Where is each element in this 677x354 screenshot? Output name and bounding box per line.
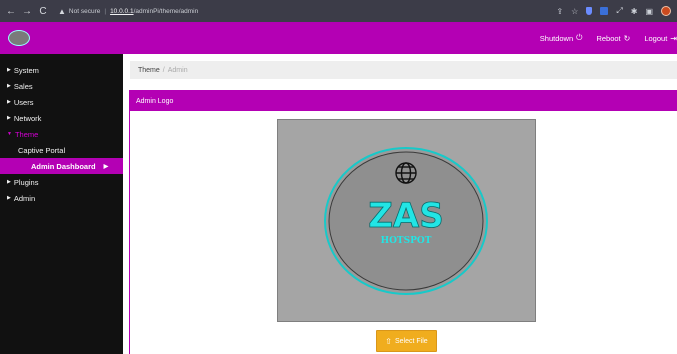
caret-right-icon: ▶ bbox=[7, 195, 11, 201]
sidebar-item-label: Users bbox=[13, 97, 34, 107]
sidepanel-icon[interactable]: ▣ bbox=[645, 7, 653, 16]
bookmark-star-icon[interactable]: ☆ bbox=[571, 7, 578, 16]
breadcrumb-separator: / bbox=[162, 66, 165, 74]
profile-avatar[interactable] bbox=[661, 6, 671, 16]
caret-right-icon: ▶ bbox=[7, 83, 11, 89]
logo-subtext: HOTSPOT bbox=[381, 236, 432, 246]
sidebar-item-label: Plugins bbox=[13, 177, 39, 187]
security-label: Not secure bbox=[68, 7, 101, 15]
extension-arrows-icon[interactable]: ⤢ bbox=[616, 6, 622, 16]
caret-right-icon: ▶ bbox=[7, 99, 11, 105]
reboot-label: Reboot bbox=[596, 33, 621, 43]
extensions-puzzle-icon[interactable]: ✱ bbox=[631, 7, 638, 16]
caret-right-icon: ▶ bbox=[7, 115, 11, 121]
sidebar-item-label: System bbox=[13, 65, 39, 75]
sidebar-item-label: Theme bbox=[14, 129, 39, 139]
upload-icon: ⇧ bbox=[385, 336, 392, 346]
breadcrumb: Theme / Admin bbox=[130, 61, 677, 79]
share-icon[interactable]: ⇪ bbox=[556, 7, 563, 16]
caret-right-icon: ▶ bbox=[7, 67, 11, 73]
extension-shield-icon[interactable] bbox=[586, 7, 593, 15]
url-host: 10.0.0.1 bbox=[110, 7, 134, 15]
zas-hotspot-logo: ZAS HOTSPOT bbox=[324, 147, 488, 295]
app-header: Shutdown ⏻ Reboot ↻ Logout ⇥ bbox=[0, 22, 677, 54]
header-actions: Shutdown ⏻ Reboot ↻ Logout ⇥ bbox=[540, 33, 677, 43]
address-separator: | bbox=[104, 7, 107, 15]
caret-down-icon: ▼ bbox=[7, 131, 12, 137]
select-file-button[interactable]: ⇧ Select File bbox=[376, 330, 437, 352]
address-bar[interactable]: ▲ Not secure | 10.0.0.1 /adminPi/theme/a… bbox=[58, 7, 198, 16]
sidebar-item-users[interactable]: ▶ Users bbox=[0, 94, 123, 110]
logo-preview: ZAS HOTSPOT bbox=[277, 119, 536, 322]
shutdown-button[interactable]: Shutdown ⏻ bbox=[540, 33, 583, 43]
logout-icon: ⇥ bbox=[670, 33, 677, 43]
warning-icon: ▲ bbox=[58, 6, 66, 16]
breadcrumb-parent[interactable]: Theme bbox=[138, 67, 160, 74]
back-icon[interactable]: ← bbox=[4, 6, 18, 17]
caret-right-icon: ▶ bbox=[7, 179, 11, 185]
sidebar: ▶ System ▶ Sales ▶ Users ▶ Network ▼ The… bbox=[0, 54, 123, 354]
sidebar-item-admin[interactable]: ▶ Admin bbox=[0, 190, 123, 206]
sidebar-item-theme[interactable]: ▼ Theme bbox=[0, 126, 123, 142]
browser-toolbar: ← → C ▲ Not secure | 10.0.0.1 /adminPi/t… bbox=[0, 0, 677, 22]
panel-title: Admin Logo bbox=[130, 91, 677, 111]
sidebar-item-sales[interactable]: ▶ Sales bbox=[0, 78, 123, 94]
sidebar-item-label: Sales bbox=[13, 81, 33, 91]
logout-button[interactable]: Logout ⇥ bbox=[644, 34, 677, 43]
sidebar-subitem-admin-dashboard[interactable]: Admin Dashboard ▶ bbox=[0, 158, 123, 174]
browser-nav: ← → C bbox=[4, 6, 50, 17]
sidebar-item-plugins[interactable]: ▶ Plugins bbox=[0, 174, 123, 190]
refresh-icon: ↻ bbox=[623, 33, 631, 43]
logo-text: ZAS bbox=[368, 196, 443, 236]
sidebar-item-label: Captive Portal bbox=[18, 145, 66, 155]
select-file-label: Select File bbox=[395, 337, 428, 345]
reload-icon[interactable]: C bbox=[36, 6, 50, 17]
sidebar-item-network[interactable]: ▶ Network bbox=[0, 110, 123, 126]
url-path: /adminPi/theme/admin bbox=[133, 7, 199, 15]
sidebar-subitem-captive-portal[interactable]: Captive Portal bbox=[0, 142, 123, 158]
admin-logo-panel: Admin Logo ZAS HOTSPOT ⇧ Select File bbox=[129, 90, 677, 354]
sidebar-item-label: Admin bbox=[13, 193, 36, 203]
sidebar-item-label: Network bbox=[13, 113, 42, 123]
active-arrow-icon: ▶ bbox=[103, 163, 109, 170]
power-icon: ⏻ bbox=[576, 33, 583, 42]
browser-actions: ⇪ ☆ ⤢ ✱ ▣ bbox=[556, 6, 677, 16]
logout-label: Logout bbox=[644, 33, 668, 43]
app-logo[interactable] bbox=[8, 30, 30, 46]
sidebar-item-label: Admin Dashboard bbox=[31, 161, 96, 171]
sidebar-item-system[interactable]: ▶ System bbox=[0, 62, 123, 78]
shutdown-label: Shutdown bbox=[539, 33, 574, 43]
extension-icon[interactable] bbox=[600, 7, 609, 15]
breadcrumb-current: Admin bbox=[167, 66, 188, 74]
reboot-button[interactable]: Reboot ↻ bbox=[596, 34, 630, 43]
forward-icon[interactable]: → bbox=[20, 6, 34, 17]
